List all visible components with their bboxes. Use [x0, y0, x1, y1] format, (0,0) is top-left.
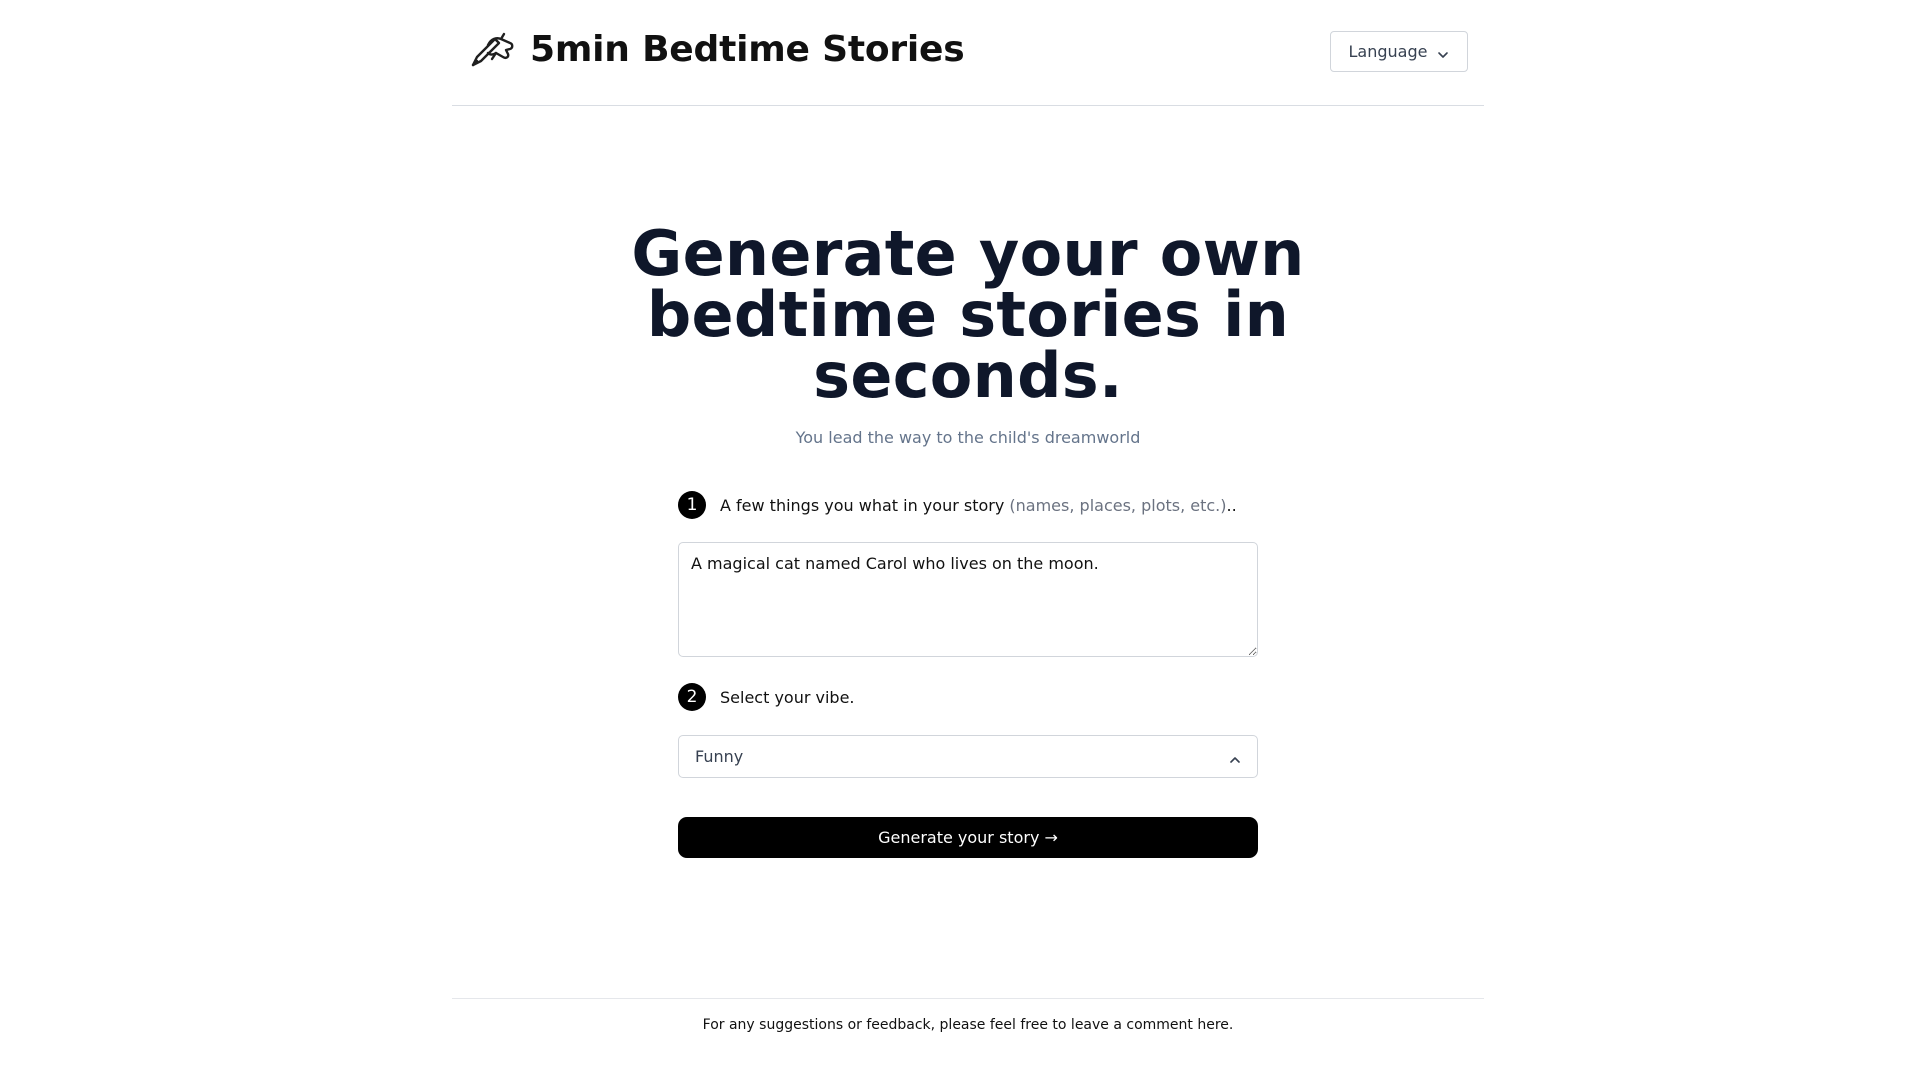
- step-2: 2 Select your vibe.: [678, 682, 855, 712]
- step-number-badge: 2: [678, 683, 706, 711]
- generate-story-button[interactable]: Generate your story →: [678, 817, 1258, 858]
- step-1-label: A few things you what in your story (nam…: [720, 495, 1237, 515]
- hero-title-line: Generate your own: [631, 217, 1305, 290]
- vibe-select[interactable]: Funny: [678, 735, 1258, 778]
- brand-title: 5min Bedtime Stories: [530, 28, 965, 70]
- brand[interactable]: 5min Bedtime Stories: [468, 25, 965, 73]
- chevron-up-icon: [1229, 751, 1241, 763]
- step-number-badge: 1: [678, 491, 706, 519]
- language-dropdown-button[interactable]: Language: [1330, 31, 1468, 72]
- vibe-selected-value: Funny: [695, 747, 744, 766]
- site-footer: For any suggestions or feedback, please …: [452, 998, 1484, 1059]
- footer-feedback-text[interactable]: For any suggestions or feedback, please …: [452, 1017, 1484, 1033]
- step-1-hint: (names, places, plots, etc.): [1009, 495, 1227, 515]
- language-label: Language: [1348, 42, 1428, 61]
- hero-title-line: bedtime stories in: [646, 278, 1290, 351]
- step-1-label-text: A few things you what in your story: [720, 495, 1005, 515]
- writing-hand-icon: [468, 25, 516, 73]
- step-1-suffix: .: [1226, 495, 1232, 515]
- step-1: 1 A few things you what in your story (n…: [678, 490, 1237, 520]
- main-container: 5min Bedtime Stories Language Generate y…: [452, 0, 1484, 1080]
- hero-title: Generate your own bedtime stories in sec…: [452, 217, 1484, 412]
- step-2-label: Select your vibe.: [720, 687, 855, 707]
- page: 5min Bedtime Stories Language Generate y…: [0, 0, 1920, 1080]
- site-header: 5min Bedtime Stories Language: [452, 0, 1484, 106]
- hero-title-line: seconds.: [813, 339, 1123, 412]
- hero-subtitle: You lead the way to the child's dreamwor…: [795, 428, 1141, 447]
- story-ideas-input[interactable]: [678, 542, 1258, 657]
- chevron-down-icon: [1437, 46, 1449, 58]
